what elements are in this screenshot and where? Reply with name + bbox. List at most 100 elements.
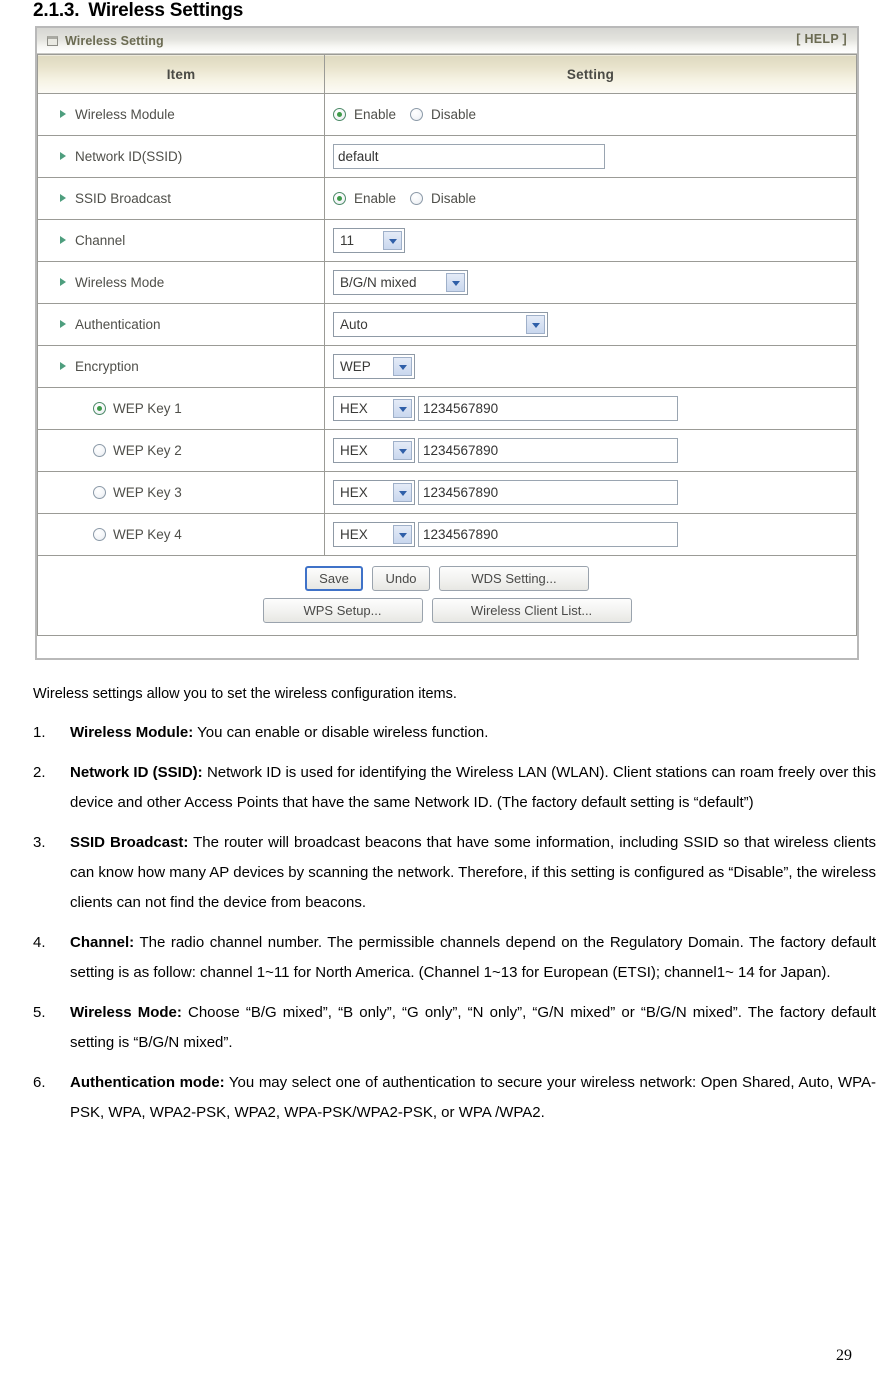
- row-setting-wireless-module: Enable Disable: [324, 93, 857, 136]
- help-link[interactable]: [ HELP ]: [796, 32, 847, 46]
- wireless-mode-select[interactable]: B/G/N mixed: [333, 270, 468, 295]
- list-content: Channel: The radio channel number. The p…: [70, 928, 876, 988]
- label-text: WEP Key 4: [113, 527, 182, 542]
- wep-key-2-format-select[interactable]: HEX: [333, 438, 415, 463]
- table-row-wireless-mode: Wireless Mode B/G/N mixed: [37, 261, 857, 304]
- label-text: SSID Broadcast: [75, 191, 172, 206]
- wep-key-2-radio-icon[interactable]: [93, 444, 106, 457]
- table-row-wep-key-1: WEP Key 1 HEX 1234567890: [37, 387, 857, 430]
- list-item: 4. Channel: The radio channel number. Th…: [33, 928, 876, 988]
- chevron-down-icon[interactable]: [393, 441, 412, 460]
- wep-key-3-radio-icon[interactable]: [93, 486, 106, 499]
- intro-paragraph: Wireless settings allow you to set the w…: [33, 686, 457, 702]
- wireless-module-disable-option[interactable]: Disable: [410, 107, 476, 122]
- table-row-ssid-broadcast: SSID Broadcast Enable Disable: [37, 177, 857, 220]
- format-value: HEX: [340, 443, 368, 458]
- format-value: HEX: [340, 527, 368, 542]
- wireless-module-enable-option[interactable]: Enable: [333, 107, 396, 122]
- undo-button[interactable]: Undo: [372, 566, 430, 591]
- list-item: 2. Network ID (SSID): Network ID is used…: [33, 758, 876, 818]
- chevron-down-icon[interactable]: [393, 525, 412, 544]
- format-value: HEX: [340, 485, 368, 500]
- column-header-item: Item: [37, 54, 325, 94]
- save-button[interactable]: Save: [305, 566, 363, 591]
- chevron-down-icon[interactable]: [393, 483, 412, 502]
- authentication-select[interactable]: Auto: [333, 312, 548, 337]
- bullet-arrow-icon: [60, 110, 66, 118]
- ssid-broadcast-enable-option[interactable]: Enable: [333, 191, 396, 206]
- table-row-channel: Channel 11: [37, 219, 857, 262]
- wds-setting-button[interactable]: WDS Setting...: [439, 566, 589, 591]
- row-setting-wep-key-3: HEX 1234567890: [324, 471, 857, 514]
- ssid-broadcast-disable-option[interactable]: Disable: [410, 191, 476, 206]
- option-label: Disable: [431, 107, 477, 122]
- row-label-wep-key-3[interactable]: WEP Key 3: [37, 471, 325, 514]
- list-marker: 2.: [33, 764, 46, 781]
- wireless-client-list-button[interactable]: Wireless Client List...: [431, 598, 632, 623]
- wep-key-3-input[interactable]: 1234567890: [418, 480, 678, 505]
- table-row-encryption: Encryption WEP: [37, 345, 857, 388]
- wep-key-1-radio-icon[interactable]: [93, 402, 106, 415]
- format-value: HEX: [340, 401, 368, 416]
- list-term: Network ID (SSID):: [70, 764, 203, 781]
- list-term: Wireless Mode:: [70, 1004, 182, 1021]
- table-header-row: Item Setting: [37, 54, 857, 94]
- radio-selected-icon[interactable]: [333, 108, 346, 121]
- label-text: WEP Key 2: [113, 443, 182, 458]
- bullet-arrow-icon: [60, 194, 66, 202]
- table-row-wep-key-2: WEP Key 2 HEX 1234567890: [37, 429, 857, 472]
- radio-selected-icon[interactable]: [333, 192, 346, 205]
- row-label-wep-key-2[interactable]: WEP Key 2: [37, 429, 325, 472]
- chevron-down-icon[interactable]: [526, 315, 545, 334]
- table-row-wireless-module: Wireless Module Enable Disable: [37, 93, 857, 136]
- document-page: 2.1.3. Wireless Settings Wireless Setting…: [0, 0, 876, 1377]
- wep-key-1-format-select[interactable]: HEX: [333, 396, 415, 421]
- list-marker: 6.: [33, 1074, 46, 1091]
- chevron-down-icon[interactable]: [446, 273, 465, 292]
- wep-key-3-format-select[interactable]: HEX: [333, 480, 415, 505]
- row-label-wireless-mode: Wireless Mode: [37, 261, 325, 304]
- bullet-arrow-icon: [60, 362, 66, 370]
- radio-unselected-icon[interactable]: [410, 108, 424, 121]
- list-term: Authentication mode:: [70, 1074, 225, 1091]
- label-text: WEP Key 3: [113, 485, 182, 500]
- label-text: Authentication: [75, 317, 161, 332]
- panel-titlebar: Wireless Setting [ HELP ]: [37, 28, 857, 54]
- chevron-down-icon[interactable]: [393, 399, 412, 418]
- row-setting-encryption: WEP: [324, 345, 857, 388]
- ssid-input[interactable]: default: [333, 144, 605, 169]
- panel-button-area: Save Undo WDS Setting... WPS Setup... Wi…: [37, 556, 857, 636]
- row-setting-wireless-mode: B/G/N mixed: [324, 261, 857, 304]
- list-item: 6. Authentication mode: You may select o…: [33, 1068, 876, 1128]
- row-setting-authentication: Auto: [324, 303, 857, 346]
- wep-key-4-format-select[interactable]: HEX: [333, 522, 415, 547]
- row-setting-wep-key-2: HEX 1234567890: [324, 429, 857, 472]
- page-number: 29: [836, 1347, 852, 1364]
- wep-key-2-input[interactable]: 1234567890: [418, 438, 678, 463]
- encryption-select-value: WEP: [340, 359, 371, 374]
- wps-setup-button[interactable]: WPS Setup...: [262, 598, 423, 623]
- channel-select-value: 11: [340, 233, 355, 248]
- label-text: Wireless Module: [75, 107, 175, 122]
- radio-unselected-icon[interactable]: [410, 192, 424, 205]
- row-label-wep-key-1[interactable]: WEP Key 1: [37, 387, 325, 430]
- list-content: Network ID (SSID): Network ID is used fo…: [70, 758, 876, 818]
- label-text: Wireless Mode: [75, 275, 165, 290]
- wep-key-1-input[interactable]: 1234567890: [418, 396, 678, 421]
- section-title-text: Wireless Settings: [88, 0, 244, 21]
- table-row-wep-key-4: WEP Key 4 HEX 1234567890: [37, 513, 857, 556]
- bullet-arrow-icon: [60, 278, 66, 286]
- encryption-select[interactable]: WEP: [333, 354, 415, 379]
- channel-select[interactable]: 11: [333, 228, 405, 253]
- wep-key-4-radio-icon[interactable]: [93, 528, 106, 541]
- list-term: SSID Broadcast:: [70, 834, 189, 851]
- row-label-wep-key-4[interactable]: WEP Key 4: [37, 513, 325, 556]
- row-label-wireless-module: Wireless Module: [37, 93, 325, 136]
- row-label-ssid-broadcast: SSID Broadcast: [37, 177, 325, 220]
- list-term: Wireless Module:: [70, 724, 194, 741]
- list-content: SSID Broadcast: The router will broadcas…: [70, 828, 876, 918]
- chevron-down-icon[interactable]: [393, 357, 412, 376]
- wep-key-4-input[interactable]: 1234567890: [418, 522, 678, 547]
- chevron-down-icon[interactable]: [383, 231, 402, 250]
- list-item: 1. Wireless Module: You can enable or di…: [33, 718, 876, 748]
